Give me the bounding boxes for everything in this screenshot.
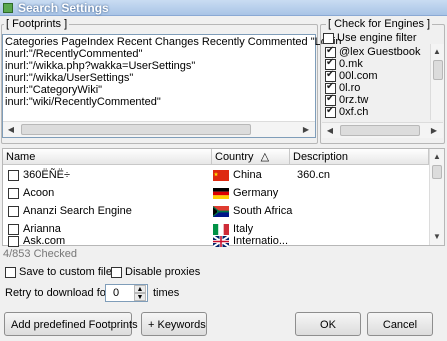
save-to-custom-file-checkbox[interactable] [5,267,16,278]
engine-row-checkbox[interactable] [8,170,19,181]
engine-description: 360.cn [297,169,331,181]
retry-count-value[interactable]: 0 [113,287,119,299]
engine-name: Ananzi Search Engine [23,205,132,217]
engine-country: Germany [233,187,279,199]
engine-name: Acoon [23,187,55,199]
engine-label: 0.mk [339,58,363,70]
germany-flag-icon [213,188,229,199]
south-africa-flag-icon [213,206,229,217]
column-header-name[interactable]: Name [3,149,212,165]
scroll-left-icon[interactable]: ◀ [322,123,338,138]
ok-button[interactable]: OK [295,312,361,336]
engine-country: South Africa [233,205,293,217]
save-to-custom-file-label: Save to custom file [19,266,112,278]
engine-filter-hscrollbar[interactable]: ◀ ▶ [322,122,443,138]
footprints-group-label: [ Footprints ] [4,18,70,30]
engine-label: 0rz.tw [339,94,369,106]
footprint-line: inurl:"/wikka.php?wakka=UserSettings" [5,60,196,72]
footprint-line: inurl:"/wikka/UserSettings" [5,72,134,84]
scroll-left-icon[interactable]: ◀ [3,122,19,137]
scroll-up-icon[interactable]: ▲ [430,44,444,59]
engine-filter-list: @lex Guestbook 0.mk 00l.com 0l.ro 0rz.tw… [322,44,443,120]
spin-up-icon[interactable]: ▲ [134,285,146,293]
engine-name: Ask.com [23,235,66,247]
cancel-button[interactable]: Cancel [367,312,433,336]
keywords-button[interactable]: + Keywords [141,312,207,336]
retry-label: Retry to download for [5,287,110,299]
spin-down-icon[interactable]: ▼ [134,293,146,301]
column-header-description[interactable]: Description [290,149,429,165]
scroll-thumb[interactable] [432,165,442,179]
scroll-thumb[interactable] [21,124,251,135]
engine-label: 0l.ro [339,82,361,94]
engine-filter-vscrollbar[interactable]: ▲ [430,44,444,120]
footprint-line: Categories PageIndex Recent Changes Rece… [5,36,342,48]
disable-proxies-checkbox[interactable] [111,267,122,278]
engine-label: @lex Guestbook [339,46,421,58]
scroll-right-icon[interactable]: ▶ [298,122,314,137]
window-title: Search Settings [18,1,109,15]
scroll-thumb[interactable] [340,125,420,136]
footprints-hscrollbar[interactable]: ◀ ▶ [3,121,315,137]
title-bar: Search Settings [0,0,447,16]
engine-label: 00l.com [339,70,378,82]
engine-label: 0xf.ch [339,106,369,118]
column-header-country[interactable]: Country △ [212,149,290,165]
table-row[interactable]: Acoon Germany [3,184,428,202]
engine-row-checkbox[interactable] [8,188,19,199]
sort-ascending-icon: △ [260,151,270,163]
engine-country: Internatio... [233,235,289,247]
use-engine-filter-checkbox[interactable] [323,33,334,44]
engine-checkbox[interactable] [325,105,336,118]
table-row[interactable]: 360ËÑË÷ China 360.cn [3,166,428,184]
retry-count-stepper[interactable]: 0 ▲ ▼ [105,284,148,302]
engine-country: Italy [233,223,254,235]
italy-flag-icon [213,224,229,235]
engines-table: Name Country △ Description 360ËÑË÷ China… [2,148,445,247]
app-icon [3,3,13,13]
footprint-line: inurl:"CategoryWiki" [5,84,103,96]
china-flag-icon [213,170,229,181]
engine-country: China [233,169,262,181]
engine-row-checkbox[interactable] [8,224,19,235]
column-header-country-label: Country [215,151,254,163]
add-predefined-footprints-button[interactable]: Add predefined Footprints [4,312,138,336]
disable-proxies-label: Disable proxies [125,266,201,278]
scroll-right-icon[interactable]: ▶ [426,123,442,138]
engine-name: 360ËÑË÷ [23,169,71,181]
checked-count-status: 4/853 Checked [3,248,77,260]
table-row[interactable]: Ananzi Search Engine South Africa [3,202,428,220]
engine-row-checkbox[interactable] [8,206,19,217]
engine-row-checkbox[interactable] [8,236,19,247]
scroll-thumb[interactable] [433,60,443,80]
scroll-up-icon[interactable]: ▲ [430,149,444,164]
retry-unit-label: times [153,287,180,299]
international-flag-icon [213,236,229,247]
footprint-line: inurl:"wiki/RecentlyCommented" [5,96,161,108]
use-engine-filter-label: Use engine filter [337,32,417,44]
footprint-line: inurl:"/RecentlyCommented" [5,48,143,60]
footprints-textarea[interactable]: Categories PageIndex Recent Changes Rece… [2,34,342,138]
scroll-down-icon[interactable]: ▼ [430,229,444,244]
engines-table-vscrollbar[interactable]: ▲ ▼ [429,149,444,245]
engine-name: Arianna [23,223,61,235]
check-engines-group-label: [ Check for Engines ] [326,18,433,30]
table-row[interactable]: Ask.com Internatio... [3,235,428,247]
